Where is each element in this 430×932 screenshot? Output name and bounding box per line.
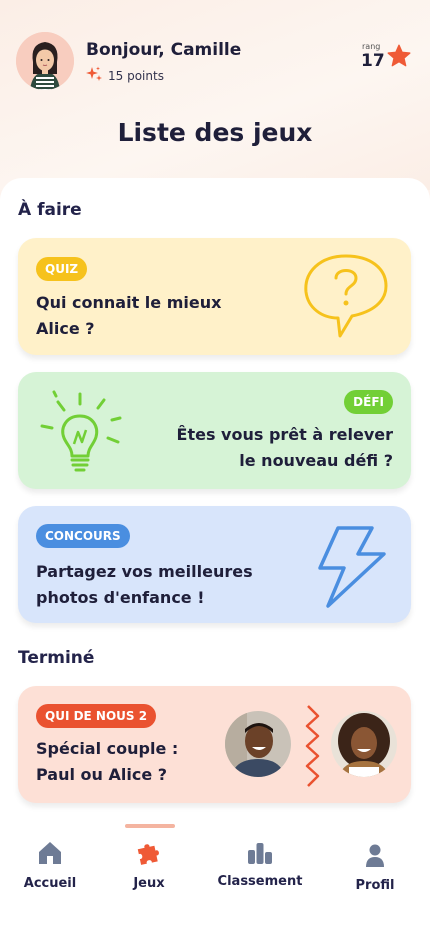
section-title-todo: À faire bbox=[18, 200, 82, 220]
bottom-nav: Accueil Jeux Classement Profil bbox=[0, 818, 430, 932]
rank-value: 17 bbox=[361, 51, 385, 71]
points-row: 15 points bbox=[86, 66, 164, 85]
user-avatar[interactable] bbox=[16, 32, 74, 90]
speech-bubble-question-icon bbox=[298, 250, 394, 346]
badge-concours: CONCOURS bbox=[36, 524, 130, 548]
card-line: Êtes vous prêt à relever bbox=[176, 425, 393, 444]
nav-item-profil[interactable]: Profil bbox=[327, 842, 423, 922]
card-line: Qui connait le mieux bbox=[36, 293, 222, 312]
card-line: le nouveau défi ? bbox=[239, 451, 393, 470]
puzzle-icon bbox=[135, 840, 163, 870]
avatar-paul bbox=[225, 711, 291, 777]
header bbox=[0, 0, 430, 190]
home-icon bbox=[36, 840, 64, 870]
points-value: 15 points bbox=[108, 68, 164, 83]
game-card-defi[interactable]: DÉFI Êtes vous prêt à relever le nouveau… bbox=[18, 372, 411, 489]
card-line: Spécial couple : bbox=[36, 739, 179, 758]
game-card-qui-de-nous[interactable]: QUI DE NOUS 2 Spécial couple : Paul ou A… bbox=[18, 686, 411, 803]
card-title-quiz: Qui connait le mieux Alice ? bbox=[36, 290, 221, 342]
card-line: Partagez vos meilleures bbox=[36, 562, 253, 581]
card-line: Paul ou Alice ? bbox=[36, 765, 168, 784]
star-icon bbox=[386, 43, 412, 73]
badge-defi: DÉFI bbox=[344, 390, 393, 414]
nav-label: Classement bbox=[217, 874, 303, 889]
game-card-quiz[interactable]: QUIZ Qui connait le mieux Alice ? bbox=[18, 238, 411, 355]
lightbulb-icon bbox=[34, 382, 134, 482]
profile-icon bbox=[361, 842, 389, 872]
nav-label: Accueil bbox=[23, 876, 77, 891]
greeting: Bonjour, Camille bbox=[86, 40, 242, 60]
card-title-defi: Êtes vous prêt à relever le nouveau défi… bbox=[177, 422, 393, 474]
badge-qui-de-nous: QUI DE NOUS 2 bbox=[36, 704, 157, 728]
nav-item-accueil[interactable]: Accueil bbox=[2, 840, 98, 920]
card-line: Alice ? bbox=[36, 319, 95, 338]
badge-quiz: QUIZ bbox=[36, 257, 88, 281]
nav-label: Profil bbox=[355, 878, 395, 893]
game-card-concours[interactable]: CONCOURS Partagez vos meilleures photos … bbox=[18, 506, 411, 623]
active-tab-indicator bbox=[125, 824, 175, 828]
nav-label: Jeux bbox=[133, 876, 165, 891]
card-line: photos d'enfance ! bbox=[36, 588, 205, 607]
leaderboard-icon bbox=[246, 840, 274, 870]
card-title-qui-de-nous: Spécial couple : Paul ou Alice ? bbox=[36, 736, 178, 788]
page-title: Liste des jeux bbox=[117, 118, 313, 147]
zigzag-icon bbox=[302, 704, 322, 792]
lightning-icon bbox=[314, 524, 390, 612]
section-title-done: Terminé bbox=[18, 648, 95, 668]
nav-item-jeux[interactable]: Jeux bbox=[101, 840, 197, 920]
sparkle-icon bbox=[86, 66, 102, 85]
card-title-concours: Partagez vos meilleures photos d'enfance… bbox=[36, 559, 253, 611]
avatar-alice bbox=[331, 711, 397, 777]
rank-label: rang bbox=[362, 42, 381, 51]
nav-item-classement[interactable]: Classement bbox=[212, 840, 308, 920]
